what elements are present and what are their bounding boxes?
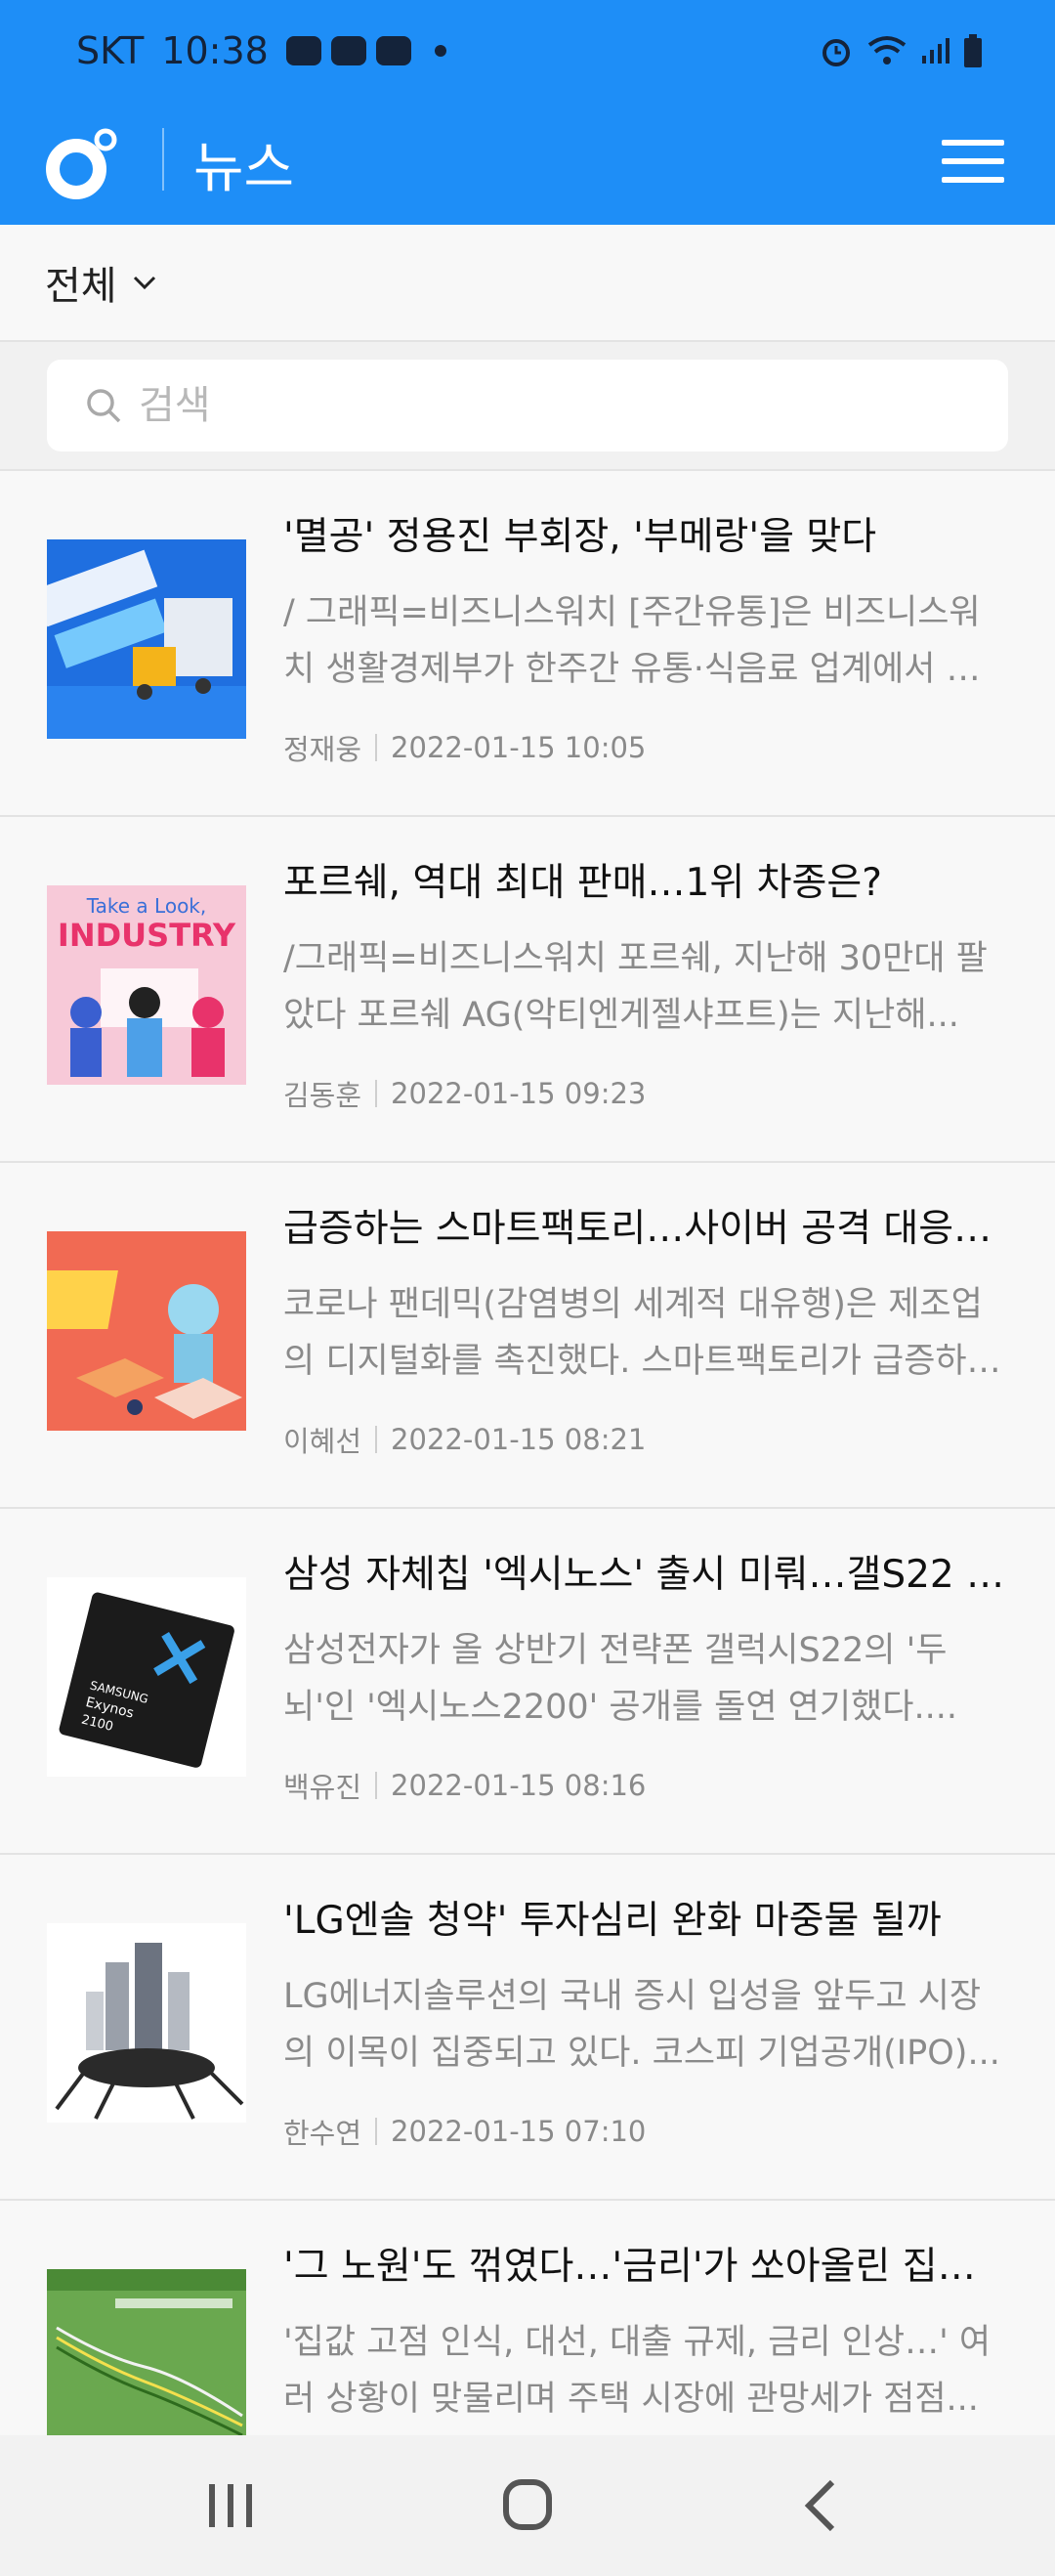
app-bar-divider: [162, 128, 164, 191]
article-headline[interactable]: '멸공' 정용진 부회장, '부메랑'을 맞다: [283, 506, 1006, 561]
wifi-icon: [867, 36, 907, 64]
article-datetime: 2022-01-15 08:21: [391, 1423, 647, 1456]
article-item[interactable]: Take a Look, INDUSTRY 포르쉐, 역대 최대 판매…1위 차…: [0, 817, 1055, 1163]
system-navigation-bar: [0, 2435, 1055, 2576]
meta-divider: [375, 1772, 378, 1799]
article-meta: 이혜선 2022-01-15 08:21: [283, 1419, 646, 1460]
meta-divider: [375, 1426, 378, 1453]
thumbnail-caption-2: INDUSTRY: [58, 917, 236, 954]
signal-icon: [922, 38, 950, 64]
home-icon[interactable]: [479, 2474, 576, 2537]
talk-notification-icon: [285, 36, 321, 65]
filter-bar: 전체: [0, 225, 1055, 342]
back-icon[interactable]: [772, 2474, 869, 2537]
app-logo-icon[interactable]: [45, 126, 119, 200]
article-author: 김동훈: [283, 1079, 362, 1112]
article-headline[interactable]: 삼성 자체칩 '엑시노스' 출시 미뤄…갤S22 운...: [283, 1544, 1006, 1599]
app-bar: 뉴스: [0, 112, 1055, 225]
article-meta: 한수연 2022-01-15 07:10: [283, 2111, 646, 2152]
chevron-down-icon: [133, 276, 155, 290]
meta-divider: [375, 1080, 378, 1107]
article-meta: 김동훈 2022-01-15 09:23: [283, 1073, 646, 1114]
article-thumbnail: [47, 1923, 246, 2123]
article-item[interactable]: SAMSUNG Exynos 2100 삼성 자체칩 '엑시노스' 출시 미뤄……: [0, 1509, 1055, 1855]
webtoon-notification-icon: [330, 36, 366, 65]
article-headline[interactable]: '그 노원'도 꺾였다…'금리'가 쏘아올린 집값하...: [283, 2236, 1006, 2291]
alarm-icon: [823, 39, 850, 66]
category-filter-label: 전체: [45, 264, 117, 309]
carrier-label: SKT: [76, 29, 145, 72]
article-headline[interactable]: 포르쉐, 역대 최대 판매…1위 차종은?: [283, 852, 1006, 907]
search-box[interactable]: [47, 360, 1008, 451]
search-input[interactable]: [139, 383, 920, 428]
status-bar: SKT 10:38: [0, 0, 1055, 112]
article-author: 이혜선: [283, 1425, 362, 1458]
article-thumbnail: Take a Look, INDUSTRY: [47, 885, 246, 1085]
recent-apps-icon[interactable]: [182, 2474, 279, 2537]
article-thumbnail: SAMSUNG Exynos 2100: [47, 1577, 246, 1777]
article-datetime: 2022-01-15 09:23: [391, 1077, 647, 1110]
article-thumbnail: [47, 2269, 246, 2435]
clock: 10:38: [161, 29, 269, 72]
youtube-notification-icon: [375, 36, 411, 65]
article-summary: 코로나 팬데믹(감염병의 세계적 대유행)은 제조업의 디지털화를 촉진했다. …: [283, 1285, 983, 1381]
page-title: 뉴스: [193, 137, 295, 200]
article-author: 정재웅: [283, 733, 362, 766]
search-section: [0, 342, 1055, 471]
article-author: 한수연: [283, 2117, 362, 2150]
article-item[interactable]: 급증하는 스마트팩토리…사이버 공격 대응은? 코로나 팬데믹(감염병의 세계적…: [0, 1163, 1055, 1509]
article-thumbnail: [47, 539, 246, 739]
meta-divider: [375, 2118, 378, 2145]
article-summary: LG에너지솔루션의 국내 증시 입성을 앞두고 시장의 이목이 집중되고 있다.…: [283, 1977, 1000, 2073]
menu-icon: [942, 140, 1004, 146]
article-author: 백유진: [283, 1771, 362, 1804]
thumbnail-caption-1: Take a Look,: [86, 894, 207, 918]
article-list: '멸공' 정용진 부회장, '부메랑'을 맞다 / 그래픽=비즈니스워치 [주간…: [0, 471, 1055, 2435]
battery-icon: [964, 34, 982, 67]
article-item[interactable]: 'LG엔솔 청약' 투자심리 완화 마중물 될까 LG에너지솔루션의 국내 증시…: [0, 1855, 1055, 2201]
article-summary: /그래픽=비즈니스워치 포르쉐, 지난해 30만대 팔았다 포르쉐 AG(악티엔…: [283, 939, 988, 1035]
article-headline[interactable]: 급증하는 스마트팩토리…사이버 공격 대응은?: [283, 1198, 1006, 1253]
article-datetime: 2022-01-15 10:05: [391, 731, 647, 764]
article-meta: 정재웅 2022-01-15 10:05: [283, 727, 646, 768]
article-summary: / 그래픽=비즈니스워치 [주간유통]은 비즈니스워치 생활경제부가 한주간 유…: [283, 593, 981, 689]
meta-divider: [375, 734, 378, 761]
category-filter-dropdown[interactable]: 전체: [45, 254, 160, 311]
article-headline[interactable]: 'LG엔솔 청약' 투자심리 완화 마중물 될까: [283, 1890, 1006, 1945]
article-datetime: 2022-01-15 08:16: [391, 1769, 647, 1802]
more-notifications-icon: [434, 45, 446, 57]
article-thumbnail: [47, 1231, 246, 1431]
article-summary: '집값 고점 인식, 대선, 대출 규제, 금리 인상…' 여러 상황이 맞물리…: [283, 2323, 992, 2419]
article-datetime: 2022-01-15 07:10: [391, 2115, 647, 2148]
search-icon: [87, 389, 121, 423]
menu-button[interactable]: [942, 140, 1004, 187]
article-item[interactable]: '그 노원'도 꺾였다…'금리'가 쏘아올린 집값하... '집값 고점 인식,…: [0, 2201, 1055, 2435]
article-meta: 백유진 2022-01-15 08:16: [283, 1765, 646, 1806]
article-item[interactable]: '멸공' 정용진 부회장, '부메랑'을 맞다 / 그래픽=비즈니스워치 [주간…: [0, 471, 1055, 817]
article-summary: 삼성전자가 올 상반기 전략폰 갤럭시S22의 '두뇌'인 '엑시노스2200'…: [283, 1631, 957, 1727]
